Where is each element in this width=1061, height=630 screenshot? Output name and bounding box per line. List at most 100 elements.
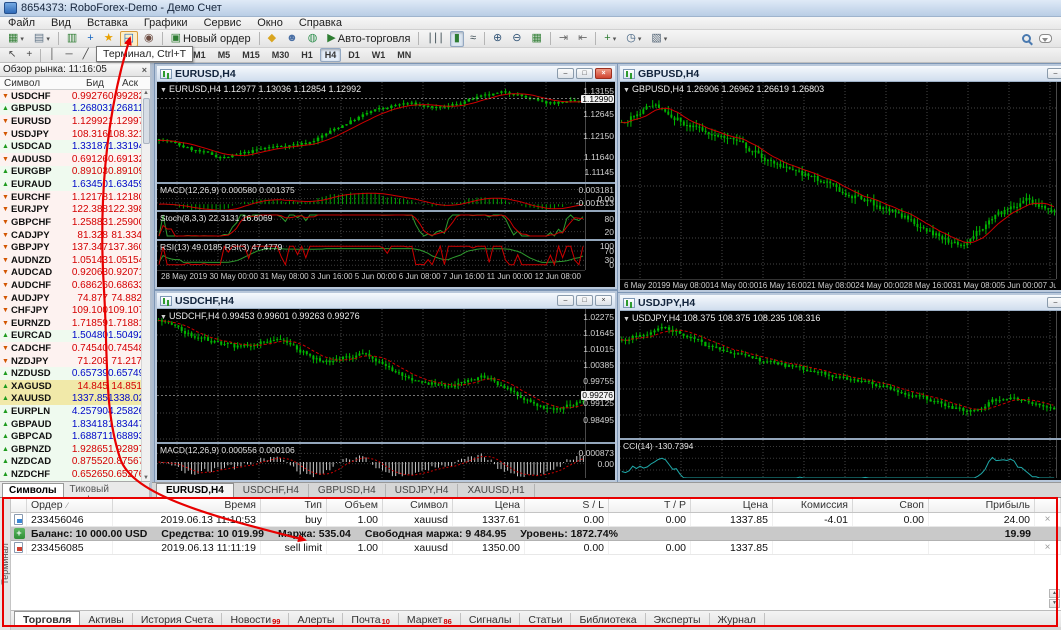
scroll-up-icon[interactable]: ▲ bbox=[143, 90, 149, 96]
line-chart-button[interactable]: ≈ bbox=[466, 31, 480, 47]
timeframe-M30[interactable]: M30 bbox=[267, 48, 295, 62]
indicators-button[interactable]: + ▾ bbox=[600, 31, 620, 47]
minimize-button[interactable]: – bbox=[1047, 68, 1061, 79]
scroll-down-icon[interactable]: ▼ bbox=[143, 475, 149, 481]
minimize-button[interactable]: – bbox=[557, 295, 574, 306]
column-Тип[interactable]: Тип bbox=[261, 498, 327, 512]
trendline-tool[interactable]: ╱ bbox=[79, 47, 93, 63]
chart-dropdown-icon[interactable]: ▼ bbox=[623, 316, 630, 323]
symbol-row-GBPJPY[interactable]: ▼ GBPJPY 137.347 137.360 bbox=[0, 241, 150, 254]
maximize-button[interactable]: □ bbox=[576, 68, 593, 79]
bar-chart-button[interactable]: ∣∣∣ bbox=[423, 31, 448, 47]
symbol-row-XAGUSD[interactable]: ▲ XAGUSD 14.845 14.851 bbox=[0, 380, 150, 393]
new-chart-button[interactable]: ▦ ▾ bbox=[4, 31, 28, 47]
column-Своп[interactable]: Своп bbox=[853, 498, 929, 512]
strategy-tester-button[interactable]: ◉ bbox=[140, 31, 158, 47]
autotrading-button[interactable]: ▶ Авто-торговля bbox=[323, 31, 414, 47]
terminal-tab-Новости[interactable]: Новости 99 bbox=[222, 613, 290, 627]
new-order-button[interactable]: ▣ Новый ордер bbox=[167, 31, 255, 47]
symbol-row-AUDUSD[interactable]: ▼ AUDUSD 0.69126 0.69132 bbox=[0, 153, 150, 166]
terminal-scrollbar[interactable]: ▲ ▼ bbox=[1049, 589, 1060, 608]
maximize-button[interactable]: □ bbox=[576, 295, 593, 306]
column-Ордер[interactable]: Ордер ∕ bbox=[27, 498, 113, 512]
community-button[interactable]: ☻ bbox=[282, 31, 302, 47]
symbol-row-GBPCHF[interactable]: ▼ GBPCHF 1.25883 1.25900 bbox=[0, 216, 150, 229]
symbol-row-AUDJPY[interactable]: ▼ AUDJPY 74.877 74.882 bbox=[0, 291, 150, 305]
terminal-tab-Алерты[interactable]: Алерты bbox=[289, 613, 344, 627]
column-ask[interactable]: Аск bbox=[104, 78, 140, 89]
market-watch-button[interactable]: ▥ bbox=[63, 31, 81, 47]
profiles-button[interactable]: ▤ ▾ bbox=[30, 31, 54, 47]
timeframe-M15[interactable]: M15 bbox=[237, 48, 265, 62]
terminal-tab-Сигналы[interactable]: Сигналы bbox=[461, 613, 521, 627]
terminal-tab-Журнал[interactable]: Журнал bbox=[710, 613, 765, 627]
menu-Справка[interactable]: Справка bbox=[291, 17, 350, 29]
symbol-row-XAUUSD[interactable]: ▲ XAUUSD 1337.85 1338.02 bbox=[0, 392, 150, 406]
symbol-row-USDCHF[interactable]: ▼ USDCHF 0.99276 0.99282 bbox=[0, 90, 150, 103]
column-Цена[interactable]: Цена bbox=[691, 498, 773, 512]
zoom-out-button[interactable]: ⊖ bbox=[508, 31, 525, 47]
scroll-up-icon[interactable]: ▲ bbox=[1049, 589, 1060, 598]
scroll-thumb[interactable] bbox=[142, 98, 150, 144]
timeframe-W1[interactable]: W1 bbox=[367, 48, 391, 62]
menu-Файл[interactable]: Файл bbox=[0, 17, 43, 29]
tab-Символы[interactable]: Символы bbox=[2, 483, 64, 497]
terminal-button[interactable]: ◱ bbox=[119, 30, 138, 47]
terminal-tab-Статьи[interactable]: Статьи bbox=[520, 613, 572, 627]
horizontal-line-tool[interactable]: ─ bbox=[61, 47, 76, 63]
cursor-tool[interactable]: ↖ bbox=[4, 47, 20, 63]
data-window-button[interactable]: + bbox=[83, 31, 97, 47]
chart-dropdown-icon[interactable]: ▼ bbox=[160, 314, 167, 321]
crosshair-tool[interactable]: + bbox=[22, 47, 36, 63]
column-Комиссия[interactable]: Комиссия bbox=[773, 498, 853, 512]
symbol-row-EURCAD[interactable]: ▲ EURCAD 1.50480 1.50492 bbox=[0, 329, 150, 343]
chart-window-titlebar[interactable]: USDJPY,H4 –□ bbox=[620, 295, 1061, 311]
close-order-icon[interactable]: × bbox=[1045, 514, 1051, 525]
terminal-tab-Торговля[interactable]: Торговля bbox=[14, 611, 81, 627]
menu-Окно[interactable]: Окно bbox=[249, 17, 291, 29]
minimize-button[interactable]: – bbox=[557, 68, 574, 79]
close-icon[interactable]: × bbox=[142, 65, 147, 75]
metaquotes-button[interactable]: ◆ bbox=[264, 31, 280, 47]
symbol-row-GBPAUD[interactable]: ▲ GBPAUD 1.83418 1.83447 bbox=[0, 417, 150, 431]
terminal-tab-История Счета[interactable]: История Счета bbox=[133, 613, 223, 627]
column-bid[interactable]: Бид bbox=[62, 78, 104, 89]
symbol-row-AUDCAD[interactable]: ▼ AUDCAD 0.92063 0.92071 bbox=[0, 266, 150, 280]
vertical-line-tool[interactable]: │ bbox=[45, 47, 59, 63]
timeframe-D1[interactable]: D1 bbox=[343, 48, 365, 62]
menu-Графики[interactable]: Графики bbox=[136, 17, 196, 29]
chart-tab-EURUSD,H4[interactable]: EURUSD,H4 bbox=[156, 483, 234, 497]
tile-windows-button[interactable]: ▦ bbox=[527, 31, 545, 47]
zoom-in-button[interactable]: ⊕ bbox=[489, 31, 506, 47]
symbol-row-NZDCAD[interactable]: ▲ NZDCAD 0.87552 0.87567 bbox=[0, 455, 150, 469]
minimize-button[interactable]: – bbox=[1047, 297, 1061, 308]
symbol-row-EURUSD[interactable]: ▼ EURUSD 1.12992 1.12997 bbox=[0, 115, 150, 128]
column-Время[interactable]: Время bbox=[113, 498, 261, 512]
scroll-down-icon[interactable]: ▼ bbox=[1049, 599, 1060, 608]
timeframe-H4[interactable]: H4 bbox=[319, 48, 342, 62]
symbol-row-GBPNZD[interactable]: ▲ GBPNZD 1.92865 1.92897 bbox=[0, 443, 150, 456]
menu-Сервис[interactable]: Сервис bbox=[196, 17, 250, 29]
symbol-row-EURCHF[interactable]: ▼ EURCHF 1.12178 1.12180 bbox=[0, 190, 150, 204]
navigator-button[interactable]: ★ bbox=[100, 31, 118, 47]
symbol-row-EURJPY[interactable]: ▼ EURJPY 122.388 122.398 bbox=[0, 203, 150, 217]
column-Цена[interactable]: Цена bbox=[453, 498, 525, 512]
symbol-row-AUDNZD[interactable]: ▼ AUDNZD 1.05143 1.05154 bbox=[0, 253, 150, 267]
chart-shift-button[interactable]: ⇤ bbox=[574, 31, 591, 47]
symbol-row-USDCAD[interactable]: ▲ USDCAD 1.33187 1.33194 bbox=[0, 140, 150, 154]
templates-button[interactable]: ▧ ▾ bbox=[647, 31, 671, 47]
symbol-row-CADCHF[interactable]: ▼ CADCHF 0.74540 0.74548 bbox=[0, 342, 150, 355]
column-Объем[interactable]: Объем bbox=[327, 498, 383, 512]
market-watch-scrollbar[interactable]: ▲ ▼ bbox=[141, 90, 150, 481]
symbol-row-GBPCAD[interactable]: ▲ GBPCAD 1.68871 1.68893 bbox=[0, 430, 150, 444]
close-button[interactable]: × bbox=[595, 68, 612, 79]
symbol-row-GBPUSD[interactable]: ▲ GBPUSD 1.26803 1.26811 bbox=[0, 102, 150, 116]
symbol-row-NZDJPY[interactable]: ▼ NZDJPY 71.208 71.217 bbox=[0, 354, 150, 368]
terminal-tab-Библиотека[interactable]: Библиотека bbox=[571, 613, 646, 627]
terminal-tab-Эксперты[interactable]: Эксперты bbox=[646, 613, 710, 627]
symbol-row-AUDCHF[interactable]: ▼ AUDCHF 0.68626 0.68633 bbox=[0, 279, 150, 292]
chart-tab-XAUUSD,H1[interactable]: XAUUSD,H1 bbox=[458, 484, 535, 497]
symbol-row-EURAUD[interactable]: ▲ EURAUD 1.63450 1.63459 bbox=[0, 178, 150, 191]
chart-tab-USDCHF,H4[interactable]: USDCHF,H4 bbox=[234, 484, 309, 497]
candle-chart-button[interactable]: ▮ bbox=[449, 30, 464, 47]
